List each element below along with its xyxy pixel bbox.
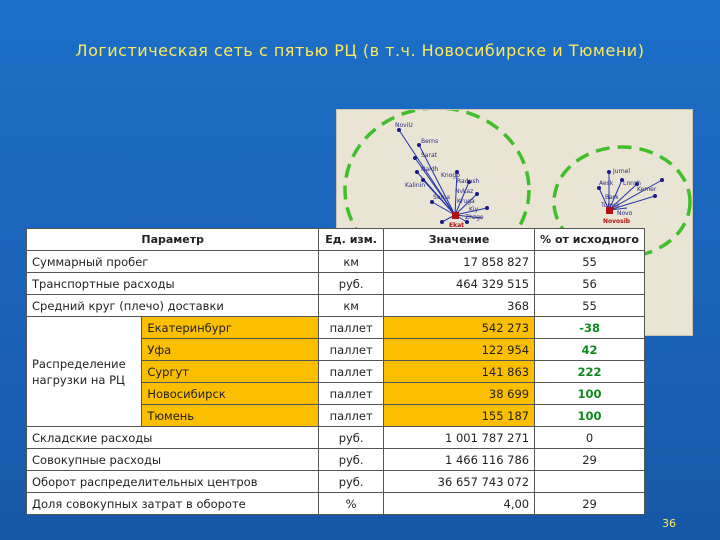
table-header-row: Параметр Ед. изм. Значение % от исходног… — [25, 228, 645, 251]
table-row: Суммарный пробег км 17 858 827 55 — [25, 250, 645, 273]
cell-unit: руб. — [318, 272, 384, 295]
cell-pct: 100 — [534, 404, 645, 427]
cell-city: Новосибирск — [141, 382, 320, 405]
cell-pct: 100 — [534, 382, 645, 405]
cell-city: Тюмень — [141, 404, 320, 427]
map-label: Aesk — [599, 180, 614, 187]
cell-pct: 29 — [534, 448, 645, 471]
cell-unit: км — [318, 250, 384, 273]
cell-param: Складские расходы — [25, 426, 320, 449]
map-label: Kruga — [457, 198, 475, 205]
results-table: Параметр Ед. изм. Значение % от исходног… — [25, 228, 645, 515]
cell-pct: 56 — [534, 272, 645, 295]
map-label: Naidh — [421, 166, 439, 173]
cell-unit: паллет — [318, 360, 384, 383]
cell-unit: паллет — [318, 316, 384, 339]
cell-unit: руб. — [318, 426, 384, 449]
cell-value: 38 699 — [382, 382, 536, 405]
cell-param: Совокупные расходы — [25, 448, 320, 471]
map-label: Berns — [421, 138, 439, 145]
map-label: Kalinin — [405, 182, 426, 189]
cell-param: Оборот распределительных центров — [25, 470, 320, 493]
map-label: NoviU — [395, 122, 413, 129]
cell-city: Екатеринбург — [141, 316, 320, 339]
cell-unit: паллет — [318, 338, 384, 361]
table-row: Совокупные расходы руб. 1 466 116 786 29 — [25, 448, 645, 471]
table-row: Доля совокупных затрат в обороте % 4,00 … — [25, 492, 645, 515]
cell-pct — [534, 470, 645, 493]
table-row: Средний круг (плечо) доставки км 368 55 — [25, 294, 645, 317]
cell-city: Сургут — [141, 360, 320, 383]
table-row: Оборот распределительных центров руб. 36… — [25, 470, 645, 493]
cell-unit: паллет — [318, 382, 384, 405]
cell-value: 122 954 — [382, 338, 536, 361]
cell-value: 141 863 — [382, 360, 536, 383]
cell-value: 36 657 743 072 — [382, 470, 536, 493]
cell-param: Доля совокупных затрат в обороте — [25, 492, 320, 515]
cell-pct: 29 — [534, 492, 645, 515]
header-param: Параметр — [25, 228, 320, 251]
map-label: Radush — [457, 178, 480, 185]
header-pct: % от исходного — [534, 228, 645, 251]
cell-pct: 222 — [534, 360, 645, 383]
cell-value: 155 187 — [382, 404, 536, 427]
map-label: Sama — [433, 194, 451, 201]
cell-unit: паллет — [318, 404, 384, 427]
cell-value: 464 329 515 — [382, 272, 536, 295]
cell-pct: 55 — [534, 250, 645, 273]
map-label: Kemer — [637, 186, 657, 193]
slide-title: Логистическая сеть с пятью РЦ (в т.ч. Но… — [75, 41, 645, 60]
cell-unit: км — [318, 294, 384, 317]
table-row: Транспортные расходы руб. 464 329 515 56 — [25, 272, 645, 295]
cell-value: 4,00 — [382, 492, 536, 515]
map-label: Tomsk — [601, 202, 620, 209]
cell-value: 1 001 787 271 — [382, 426, 536, 449]
cell-value: 542 273 — [382, 316, 536, 339]
map-label: Jurnel — [613, 168, 631, 175]
group-label: Распределение нагрузки на РЦ — [25, 316, 143, 427]
header-unit: Ед. изм. — [318, 228, 384, 251]
cell-unit: руб. — [318, 470, 384, 493]
table-row: Складские расходы руб. 1 001 787 271 0 — [25, 426, 645, 449]
page-number: 36 — [662, 517, 676, 530]
map-label: Zhzgo — [465, 214, 484, 221]
map-label: Kiy — [469, 206, 479, 213]
cell-param: Средний круг (плечо) доставки — [25, 294, 320, 317]
header-value: Значение — [382, 228, 536, 251]
cell-pct: 0 — [534, 426, 645, 449]
cell-pct: -38 — [534, 316, 645, 339]
cell-pct: 42 — [534, 338, 645, 361]
cell-param: Транспортные расходы — [25, 272, 320, 295]
map-label: Bark — [605, 194, 619, 201]
table-row: Распределение нагрузки на РЦ Екатеринбур… — [25, 316, 645, 427]
map-label: Novosib — [603, 218, 631, 225]
cell-value: 17 858 827 — [382, 250, 536, 273]
cell-unit: % — [318, 492, 384, 515]
cell-value: 1 466 116 786 — [382, 448, 536, 471]
cell-city: Уфа — [141, 338, 320, 361]
cell-unit: руб. — [318, 448, 384, 471]
map-label: Sarat — [421, 152, 437, 159]
cell-value: 368 — [382, 294, 536, 317]
cell-param: Суммарный пробег — [25, 250, 320, 273]
map-label: Novo — [617, 210, 633, 217]
cell-pct: 55 — [534, 294, 645, 317]
map-label: Nvkaz — [455, 188, 474, 195]
